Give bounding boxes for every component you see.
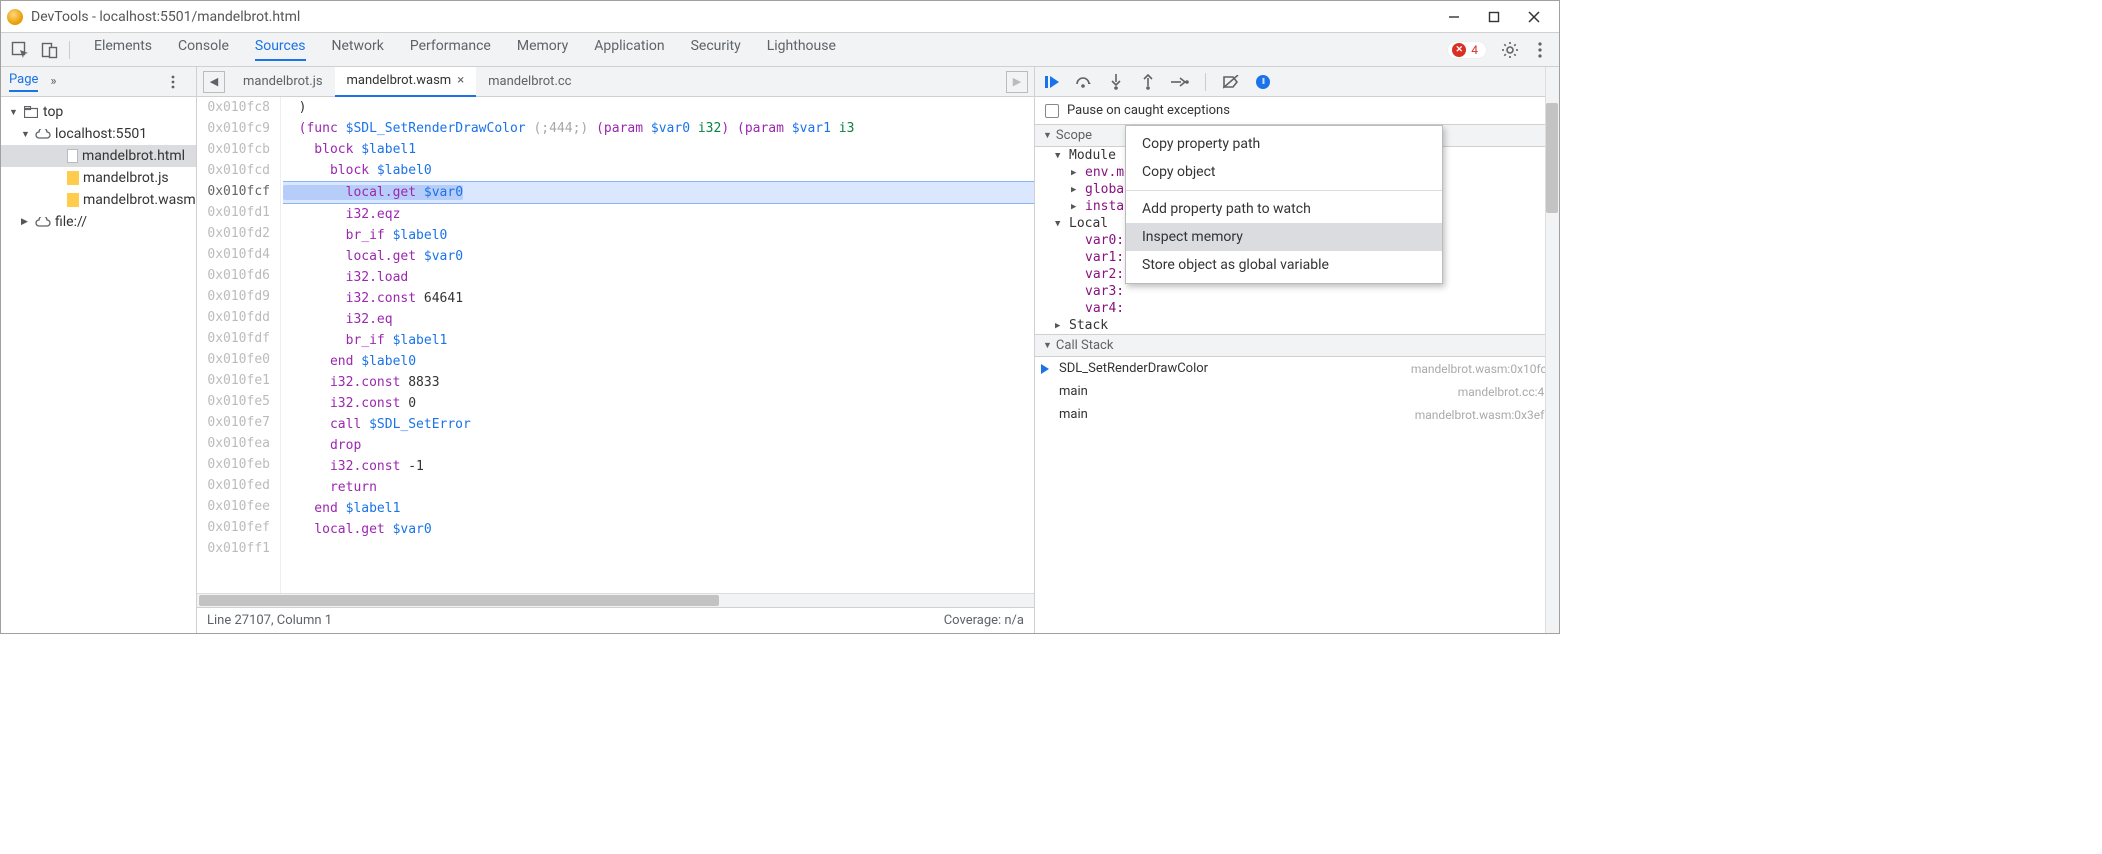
tab-memory[interactable]: Memory xyxy=(517,38,568,61)
tab-sources[interactable]: Sources xyxy=(255,38,306,61)
minimize-button[interactable] xyxy=(1435,6,1473,28)
error-badge[interactable]: ✕ 4 xyxy=(1447,41,1487,59)
debugger-scrollbar[interactable] xyxy=(1545,67,1559,633)
separator xyxy=(69,41,70,59)
step-over-button[interactable] xyxy=(1073,71,1095,93)
scope-stack[interactable]: ▶Stack xyxy=(1035,317,1559,334)
tab-performance[interactable]: Performance xyxy=(410,38,491,61)
context-menu-item[interactable]: Copy object xyxy=(1126,158,1442,186)
tree-item[interactable]: ▶file:// xyxy=(1,211,196,233)
context-menu-item[interactable]: Copy property path xyxy=(1126,130,1442,158)
callstack-frame[interactable]: mainmandelbrot.cc:41 xyxy=(1035,380,1559,403)
step-button[interactable] xyxy=(1169,71,1191,93)
workspace: Page » ▼top▼localhost:5501mandelbrot.htm… xyxy=(1,67,1559,633)
tab-network[interactable]: Network xyxy=(332,38,384,61)
close-button[interactable] xyxy=(1515,6,1553,28)
pause-on-caught-row[interactable]: Pause on caught exceptions xyxy=(1035,97,1559,124)
scope-local-item[interactable]: var4: xyxy=(1035,300,1559,317)
pause-on-caught-checkbox[interactable] xyxy=(1045,104,1059,118)
status-cursor: Line 27107, Column 1 xyxy=(207,613,332,628)
top-toolbar: Elements Console Sources Network Perform… xyxy=(1,33,1559,67)
panel-tabs: Elements Console Sources Network Perform… xyxy=(94,38,1447,61)
code-lines: ) (func $SDL_SetRenderDrawColor (;444;) … xyxy=(281,97,1034,593)
navigator-menu-icon[interactable] xyxy=(160,69,186,95)
editor-tab[interactable]: mandelbrot.wasm× xyxy=(335,67,477,97)
devtools-window: DevTools - localhost:5501/mandelbrot.htm… xyxy=(0,0,1560,634)
navigator-more[interactable]: » xyxy=(50,74,56,89)
inspect-element-icon[interactable] xyxy=(7,37,33,63)
callstack-frame[interactable]: mainmandelbrot.wasm:0x3ef2 xyxy=(1035,403,1559,426)
tree-item[interactable]: mandelbrot.js xyxy=(1,167,196,189)
context-menu-item[interactable]: Store object as global variable xyxy=(1126,251,1442,279)
error-count: 4 xyxy=(1471,43,1478,57)
tab-console[interactable]: Console xyxy=(178,38,229,61)
pause-on-caught-label: Pause on caught exceptions xyxy=(1067,103,1230,118)
debugger-pane: ll Pause on caught exceptions ▼ Scope ▼M… xyxy=(1035,67,1559,633)
deactivate-breakpoints-button[interactable] xyxy=(1220,71,1242,93)
maximize-button[interactable] xyxy=(1475,6,1513,28)
context-menu-item[interactable]: Add property path to watch xyxy=(1126,195,1442,223)
close-tab-icon[interactable]: × xyxy=(457,73,464,88)
pause-on-exceptions-button[interactable]: ll xyxy=(1252,71,1274,93)
step-into-button[interactable] xyxy=(1105,71,1127,93)
code-editor[interactable]: 0x010fc80x010fc90x010fcb0x010fcd0x010fcf… xyxy=(197,97,1034,593)
window-title: DevTools - localhost:5501/mandelbrot.htm… xyxy=(31,9,300,25)
editor-nav-forward[interactable]: ▶ xyxy=(1006,71,1028,93)
editor-nav-back[interactable]: ◀ xyxy=(203,71,225,93)
file-tree: ▼top▼localhost:5501mandelbrot.htmlmandel… xyxy=(1,97,196,237)
editor-tab[interactable]: mandelbrot.cc xyxy=(476,67,583,97)
tab-application[interactable]: Application xyxy=(594,38,664,61)
device-toggle-icon[interactable] xyxy=(37,37,63,63)
tree-item[interactable]: ▼localhost:5501 xyxy=(1,123,196,145)
editor-statusbar: Line 27107, Column 1 Coverage: n/a xyxy=(197,607,1034,633)
title-bar: DevTools - localhost:5501/mandelbrot.htm… xyxy=(1,1,1559,33)
editor-horizontal-scrollbar[interactable] xyxy=(197,593,1034,607)
settings-gear-icon[interactable] xyxy=(1497,37,1523,63)
tab-elements[interactable]: Elements xyxy=(94,38,152,61)
editor-tabs: ◀ mandelbrot.jsmandelbrot.wasm×mandelbro… xyxy=(197,67,1034,97)
navigator-sidebar: Page » ▼top▼localhost:5501mandelbrot.htm… xyxy=(1,67,197,633)
scope-local-item[interactable]: var3: xyxy=(1035,283,1559,300)
gutter: 0x010fc80x010fc90x010fcb0x010fcd0x010fcf… xyxy=(197,97,281,593)
app-icon xyxy=(7,9,23,25)
step-out-button[interactable] xyxy=(1137,71,1159,93)
tree-item[interactable]: mandelbrot.html xyxy=(1,145,196,167)
navigator-tab-page[interactable]: Page xyxy=(9,72,38,92)
context-menu-item[interactable]: Inspect memory xyxy=(1126,223,1442,251)
more-options-icon[interactable] xyxy=(1527,37,1553,63)
callstack-header[interactable]: ▼ Call Stack xyxy=(1035,334,1559,357)
separator xyxy=(1205,73,1206,91)
error-icon: ✕ xyxy=(1452,43,1466,57)
tab-lighthouse[interactable]: Lighthouse xyxy=(767,38,836,61)
tree-item[interactable]: ▼top xyxy=(1,101,196,123)
callstack-frame[interactable]: SDL_SetRenderDrawColormandelbrot.wasm:0x… xyxy=(1035,357,1559,380)
navigator-header: Page » xyxy=(1,67,196,97)
tab-security[interactable]: Security xyxy=(691,38,741,61)
editor-pane: ◀ mandelbrot.jsmandelbrot.wasm×mandelbro… xyxy=(197,67,1035,633)
resume-button[interactable] xyxy=(1041,71,1063,93)
context-menu: Copy property pathCopy object Add propert… xyxy=(1125,125,1443,284)
status-coverage: Coverage: n/a xyxy=(944,613,1024,628)
tree-item[interactable]: mandelbrot.wasm xyxy=(1,189,196,211)
editor-tab[interactable]: mandelbrot.js xyxy=(231,67,335,97)
debugger-toolbar: ll xyxy=(1035,67,1559,97)
